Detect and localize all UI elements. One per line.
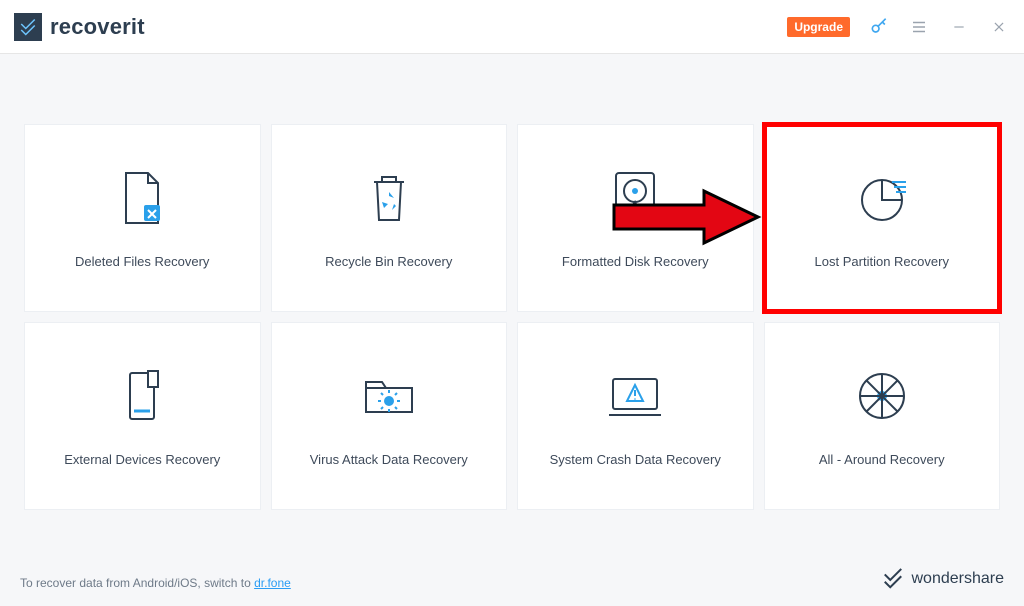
- card-recycle-bin[interactable]: Recycle Bin Recovery: [271, 124, 508, 312]
- card-lost-partition[interactable]: Lost Partition Recovery: [764, 124, 1001, 312]
- card-formatted-disk[interactable]: Formatted Disk Recovery: [517, 124, 754, 312]
- drfone-link[interactable]: dr.fone: [254, 576, 291, 590]
- app-logo: recoverit: [14, 13, 145, 41]
- key-icon[interactable]: [868, 16, 890, 38]
- all-around-icon: [852, 366, 912, 426]
- footer-prefix: To recover data from Android/iOS, switch…: [20, 576, 251, 590]
- partition-icon: [852, 168, 912, 228]
- card-virus-attack[interactable]: Virus Attack Data Recovery: [271, 322, 508, 510]
- wondershare-icon: [882, 568, 904, 590]
- footer: To recover data from Android/iOS, switch…: [20, 568, 1004, 590]
- card-label: Recycle Bin Recovery: [325, 254, 452, 269]
- footer-text: To recover data from Android/iOS, switch…: [20, 576, 291, 590]
- titlebar: recoverit Upgrade: [0, 0, 1024, 54]
- crash-icon: [605, 366, 665, 426]
- menu-icon[interactable]: [908, 16, 930, 38]
- card-label: External Devices Recovery: [64, 452, 220, 467]
- virus-folder-icon: [359, 366, 419, 426]
- recycle-bin-icon: [359, 168, 419, 228]
- close-button[interactable]: [988, 16, 1010, 38]
- app-name: recoverit: [50, 14, 145, 40]
- card-system-crash[interactable]: System Crash Data Recovery: [517, 322, 754, 510]
- card-label: Lost Partition Recovery: [815, 254, 949, 269]
- card-deleted-files[interactable]: Deleted Files Recovery: [24, 124, 261, 312]
- minimize-button[interactable]: [948, 16, 970, 38]
- card-label: All - Around Recovery: [819, 452, 945, 467]
- card-label: Formatted Disk Recovery: [562, 254, 709, 269]
- disk-icon: [605, 168, 665, 228]
- upgrade-button[interactable]: Upgrade: [787, 17, 850, 37]
- company-logo: wondershare: [882, 568, 1005, 590]
- card-label: System Crash Data Recovery: [550, 452, 721, 467]
- card-label: Deleted Files Recovery: [75, 254, 209, 269]
- card-label: Virus Attack Data Recovery: [310, 452, 468, 467]
- external-device-icon: [112, 366, 172, 426]
- recovery-grid: Deleted Files Recovery Recycle Bin Recov…: [24, 124, 1000, 510]
- card-external-devices[interactable]: External Devices Recovery: [24, 322, 261, 510]
- logo-icon: [14, 13, 42, 41]
- company-name: wondershare: [912, 570, 1005, 588]
- deleted-file-icon: [112, 168, 172, 228]
- card-all-around[interactable]: All - Around Recovery: [764, 322, 1001, 510]
